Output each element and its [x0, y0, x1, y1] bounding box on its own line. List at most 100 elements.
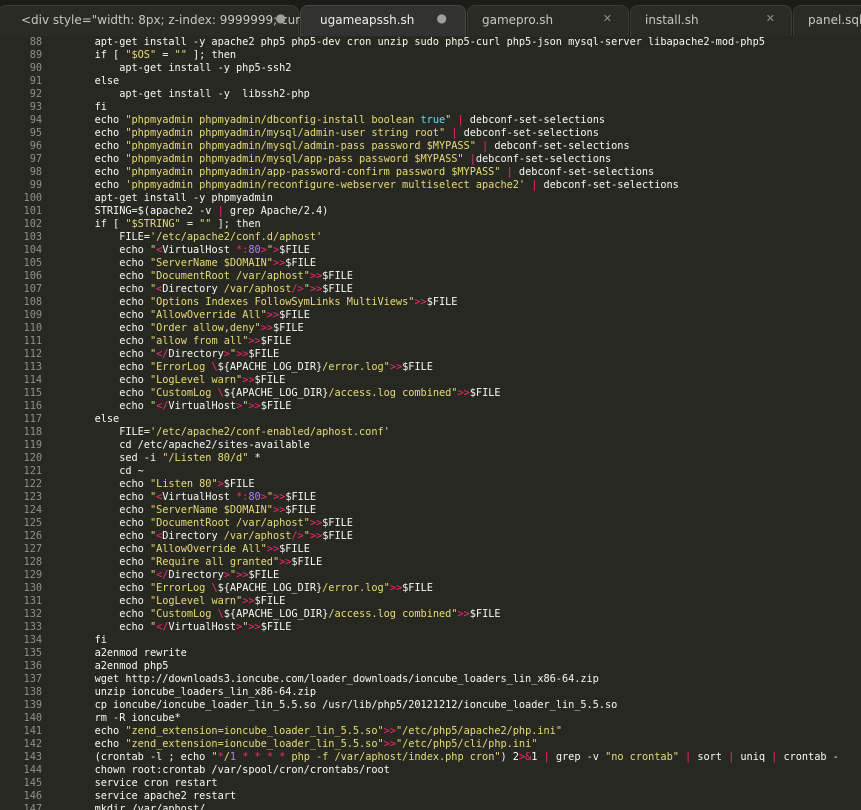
code-text: echo "Options Indexes FollowSymLinks Mul… [70, 296, 458, 308]
code-line[interactable]: 117 else [0, 413, 839, 426]
line-number: 113 [23, 361, 43, 373]
close-icon[interactable]: ✕ [766, 12, 775, 25]
code-line[interactable]: 144 chown root:crontab /var/spool/cron/c… [0, 764, 839, 777]
code-line[interactable]: 102 if [ "$STRING" = "" ]; then [0, 218, 839, 231]
line-number: 91 [29, 75, 42, 87]
code-line[interactable]: 139 cp ioncube/ioncube_loader_lin_5.5.so… [0, 699, 839, 712]
code-line[interactable]: 118 FILE='/etc/apache2/conf-enabled/apho… [0, 426, 839, 439]
tab-install[interactable]: install.sh ✕ [630, 5, 792, 36]
code-line[interactable]: 137 wget http://downloads3.ioncube.com/l… [0, 673, 839, 686]
code-line[interactable]: 141 echo "zend_extension=ioncube_loader_… [0, 725, 839, 738]
line-number: 105 [23, 257, 43, 269]
line-number: 121 [23, 465, 43, 477]
code-line[interactable]: 145 service cron restart [0, 777, 839, 790]
code-line[interactable]: 103 FILE='/etc/apache2/conf.d/aphost' [0, 231, 839, 244]
line-number: 133 [23, 621, 43, 633]
code-line[interactable]: 110 echo "Order allow,deny">>$FILE [0, 322, 839, 335]
code-text: (crontab -l ; echo "*/1 * * * * php -f /… [70, 751, 839, 763]
code-line[interactable]: 99 echo 'phpmyadmin phpmyadmin/reconfigu… [0, 179, 839, 192]
code-text: apt-get install -y php5-ssh2 [70, 62, 292, 74]
line-number: 114 [23, 374, 43, 386]
code-line[interactable]: 109 echo "AllowOverride All">>$FILE [0, 309, 839, 322]
code-line[interactable]: 88 apt-get install -y apache2 php5 php5-… [0, 36, 839, 49]
code-line[interactable]: 132 echo "CustomLog \${APACHE_LOG_DIR}/a… [0, 608, 839, 621]
code-line[interactable]: 98 echo "phpmyadmin phpmyadmin/app-passw… [0, 166, 839, 179]
code-line[interactable]: 90 apt-get install -y php5-ssh2 [0, 62, 839, 75]
code-line[interactable]: 93 fi [0, 101, 839, 114]
code-line[interactable]: 143 (crontab -l ; echo "*/1 * * * * php … [0, 751, 839, 764]
code-text: STRING=$(apache2 -v | grep Apache/2.4) [70, 205, 329, 217]
code-line[interactable]: 100 apt-get install -y phpmyadmin [0, 192, 839, 205]
code-line[interactable]: 138 unzip ioncube_loaders_lin_x86-64.zip [0, 686, 839, 699]
code-line[interactable]: 121 cd ~ [0, 465, 839, 478]
code-line[interactable]: 127 echo "AllowOverride All">>$FILE [0, 543, 839, 556]
code-line[interactable]: 136 a2enmod php5 [0, 660, 839, 673]
line-number: 96 [29, 140, 42, 152]
code-line[interactable]: 94 echo "phpmyadmin phpmyadmin/dbconfig-… [0, 114, 839, 127]
code-line[interactable]: 119 cd /etc/apache2/sites-available [0, 439, 839, 452]
code-line[interactable]: 125 echo "DocumentRoot /var/aphost">>$FI… [0, 517, 839, 530]
code-line[interactable]: 126 echo "<Directory /var/aphost/>">>$FI… [0, 530, 839, 543]
code-line[interactable]: 131 echo "LogLevel warn">>$FILE [0, 595, 839, 608]
code-line[interactable]: 116 echo "</VirtualHost>">>$FILE [0, 400, 839, 413]
code-line[interactable]: 115 echo "CustomLog \${APACHE_LOG_DIR}/a… [0, 387, 839, 400]
code-line[interactable]: 105 echo "ServerName $DOMAIN">>$FILE [0, 257, 839, 270]
tab-panel-sql[interactable]: panel.sql [793, 5, 861, 36]
tab-ugameapssh[interactable]: ugameapssh.sh ● [300, 5, 466, 36]
line-number: 137 [23, 673, 43, 685]
line-number: 116 [23, 400, 43, 412]
code-line[interactable]: 92 apt-get install -y libssh2-php [0, 88, 839, 101]
code-line[interactable]: 111 echo "allow from all">>$FILE [0, 335, 839, 348]
code-line[interactable]: 104 echo "<VirtualHost *:80>">$FILE [0, 244, 839, 257]
code-line[interactable]: 97 echo "phpmyadmin phpmyadmin/mysql/app… [0, 153, 839, 166]
tab-div-style[interactable]: <div style="width: 8px; z-index: 9999999… [0, 5, 323, 36]
code-line[interactable]: 135 a2enmod rewrite [0, 647, 839, 660]
code-line[interactable]: 133 echo "</VirtualHost>">>$FILE [0, 621, 839, 634]
code-text: echo "CustomLog \${APACHE_LOG_DIR}/acces… [70, 608, 501, 620]
code-line[interactable]: 120 sed -i "/Listen 80/d" * [0, 452, 839, 465]
code-editor[interactable]: 88 apt-get install -y apache2 php5 php5-… [0, 36, 861, 810]
dirty-indicator-icon[interactable]: ● [276, 11, 286, 25]
code-line[interactable]: 107 echo "<Directory /var/aphost/>">>$FI… [0, 283, 839, 296]
code-line[interactable]: 128 echo "Require all granted">>$FILE [0, 556, 839, 569]
code-line[interactable]: 106 echo "DocumentRoot /var/aphost">>$FI… [0, 270, 839, 283]
line-number: 93 [29, 101, 42, 113]
code-line[interactable]: 91 else [0, 75, 839, 88]
code-line[interactable]: 134 fi [0, 634, 839, 647]
code-line[interactable]: 112 echo "</Directory>">>$FILE [0, 348, 839, 361]
code-line[interactable]: 89 if [ "$OS" = "" ]; then [0, 49, 839, 62]
code-line[interactable]: 113 echo "ErrorLog \${APACHE_LOG_DIR}/er… [0, 361, 839, 374]
close-icon[interactable]: ✕ [603, 12, 612, 25]
code-line[interactable]: 114 echo "LogLevel warn">>$FILE [0, 374, 839, 387]
code-text: echo "CustomLog \${APACHE_LOG_DIR}/acces… [70, 387, 501, 399]
code-line[interactable]: 140 rm -R ioncube* [0, 712, 839, 725]
line-number: 147 [23, 803, 43, 810]
code-line[interactable]: 146 service apache2 restart [0, 790, 839, 803]
code-line[interactable]: 129 echo "</Directory>">>$FILE [0, 569, 839, 582]
line-number: 145 [23, 777, 43, 789]
code-line[interactable]: 95 echo "phpmyadmin phpmyadmin/mysql/adm… [0, 127, 839, 140]
dirty-indicator-icon[interactable]: ● [437, 11, 447, 25]
code-line[interactable]: 124 echo "ServerName $DOMAIN">>$FILE [0, 504, 839, 517]
line-number: 90 [29, 62, 42, 74]
line-number: 89 [29, 49, 42, 61]
code-text: echo "ServerName $DOMAIN">>$FILE [70, 257, 317, 269]
code-line[interactable]: 108 echo "Options Indexes FollowSymLinks… [0, 296, 839, 309]
code-line[interactable]: 96 echo "phpmyadmin phpmyadmin/mysql/adm… [0, 140, 839, 153]
code-line[interactable]: 101 STRING=$(apache2 -v | grep Apache/2.… [0, 205, 839, 218]
tab-label: install.sh [645, 13, 699, 27]
code-line[interactable]: 142 echo "zend_extension=ioncube_loader_… [0, 738, 839, 751]
code-lines: 88 apt-get install -y apache2 php5 php5-… [0, 36, 839, 810]
line-number: 136 [23, 660, 43, 672]
line-number: 92 [29, 88, 42, 100]
code-line[interactable]: 147 mkdir /var/aphost/ [0, 803, 839, 810]
code-line[interactable]: 122 echo "Listen 80">$FILE [0, 478, 839, 491]
tab-gamepro[interactable]: gamepro.sh ✕ [467, 5, 629, 36]
code-line[interactable]: 123 echo "<VirtualHost *:80>">>$FILE [0, 491, 839, 504]
code-line[interactable]: 130 echo "ErrorLog \${APACHE_LOG_DIR}/er… [0, 582, 839, 595]
line-number: 100 [23, 192, 43, 204]
code-text: else [70, 75, 120, 87]
code-text: echo "</Directory>">>$FILE [70, 569, 280, 581]
code-text: apt-get install -y libssh2-php [70, 88, 310, 100]
line-number: 146 [23, 790, 43, 802]
